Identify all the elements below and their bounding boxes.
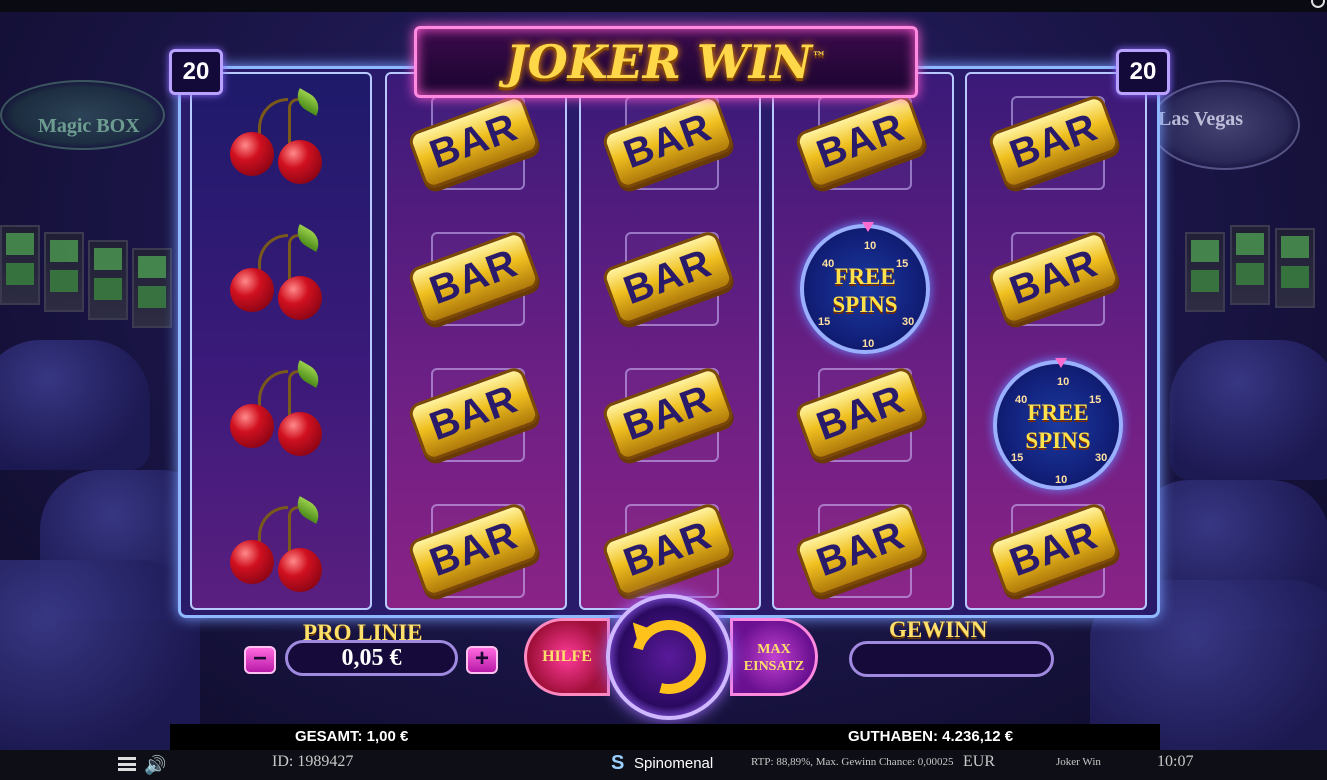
session-id: ID: 1989427 xyxy=(272,753,354,770)
wheel-number: 10 xyxy=(1057,376,1070,388)
win-value xyxy=(849,641,1054,677)
bar-symbol: BAR xyxy=(600,356,737,476)
increase-bet-button[interactable]: + xyxy=(466,646,498,674)
cherry-symbol xyxy=(218,84,348,204)
speaker-icon[interactable]: 🔊 xyxy=(144,756,170,774)
window-top-bar xyxy=(0,0,1327,12)
win-label: GEWINN xyxy=(889,617,988,642)
reel-4: BAR 10 15 30 10 15 40 FREE SPINS BAR BAR xyxy=(772,72,954,610)
bar-symbol: BAR xyxy=(406,220,543,340)
free-spins-label-line1: FREE xyxy=(834,264,896,289)
background-chair xyxy=(0,560,200,750)
menu-icon[interactable] xyxy=(118,757,136,771)
game-title: JOKER WIN xyxy=(505,35,813,89)
background-slot-machine xyxy=(1275,228,1315,308)
clock: 10:07 xyxy=(1157,753,1194,770)
background-slot-machine xyxy=(44,232,84,312)
max-bet-label-line2: EINSATZ xyxy=(743,659,805,674)
free-spins-label-line2: SPINS xyxy=(1025,428,1091,453)
bar-symbol: BAR xyxy=(600,84,737,204)
bar-symbol: BAR xyxy=(600,220,737,340)
free-spins-symbol: 10 15 30 10 15 40 FREE SPINS xyxy=(993,356,1123,490)
background-slot-machine xyxy=(132,248,172,328)
max-bet-label-line1: MAX xyxy=(757,642,791,657)
bar-symbol: BAR xyxy=(986,220,1123,340)
cherry-symbol xyxy=(218,356,348,476)
total-bet: GESAMT: 1,00 € xyxy=(295,728,409,745)
free-spins-symbol: 10 15 30 10 15 40 FREE SPINS xyxy=(800,220,930,354)
provider-name: Spinomenal xyxy=(634,755,714,772)
cherry-symbol xyxy=(218,492,348,612)
bar-symbol: BAR xyxy=(986,84,1123,204)
trademark: ™ xyxy=(812,49,827,66)
game-logo: JOKER WIN™ xyxy=(414,26,918,98)
background-sign-right-text: Las Vegas xyxy=(1158,108,1244,130)
spin-button[interactable] xyxy=(606,594,732,720)
paylines-badge-right: 20 xyxy=(1116,49,1170,95)
bar-symbol: BAR xyxy=(793,492,930,612)
bar-symbol: BAR xyxy=(406,492,543,612)
background-slot-machine xyxy=(0,225,40,305)
reel-2: BAR BAR BAR BAR xyxy=(385,72,567,610)
game-name: Joker Win xyxy=(1056,756,1101,768)
bet-per-line-value: 0,05 € xyxy=(285,640,458,676)
background-chair xyxy=(1170,340,1327,480)
rtp-info: RTP: 88,89%, Max. Gewinn Chance: 0,00025 xyxy=(751,756,954,768)
background-slot-machine xyxy=(1230,225,1270,305)
currency: EUR xyxy=(963,753,995,770)
free-spins-label-line2: SPINS xyxy=(832,292,898,317)
wheel-number: 10 xyxy=(862,338,875,350)
free-spins-label-line1: FREE xyxy=(1027,400,1089,425)
max-bet-button[interactable]: MAX EINSATZ xyxy=(730,618,818,696)
background-sign-left-text: Magic BOX xyxy=(38,115,140,137)
spinomenal-logo-icon: S xyxy=(611,752,625,774)
balance: GUTHABEN: 4.236,12 € xyxy=(848,728,1014,745)
reel-1 xyxy=(190,72,372,610)
decrease-bet-button[interactable]: − xyxy=(244,646,276,674)
spin-arrow-icon xyxy=(618,606,720,708)
wheel-number: 10 xyxy=(864,240,877,252)
background-slot-machine xyxy=(1185,232,1225,312)
help-button[interactable]: HILFE xyxy=(524,618,610,696)
bar-symbol: BAR xyxy=(406,84,543,204)
cherry-symbol xyxy=(218,220,348,340)
wheel-number: 10 xyxy=(1055,474,1068,486)
background-chair xyxy=(0,340,150,470)
bar-symbol: BAR xyxy=(406,356,543,476)
bar-symbol: BAR xyxy=(793,84,930,204)
bar-symbol: BAR xyxy=(793,356,930,476)
reel-5: BAR BAR 10 15 30 10 15 40 FREE SPINS BAR xyxy=(965,72,1147,610)
background-slot-machine xyxy=(88,240,128,320)
bar-symbol: BAR xyxy=(986,492,1123,612)
game-stage: Magic BOX Las Vegas BAR BAR BAR BAR BAR BAR BA… xyxy=(0,0,1327,750)
reel-3: BAR BAR BAR BAR xyxy=(579,72,761,610)
paylines-badge-left: 20 xyxy=(169,49,223,95)
